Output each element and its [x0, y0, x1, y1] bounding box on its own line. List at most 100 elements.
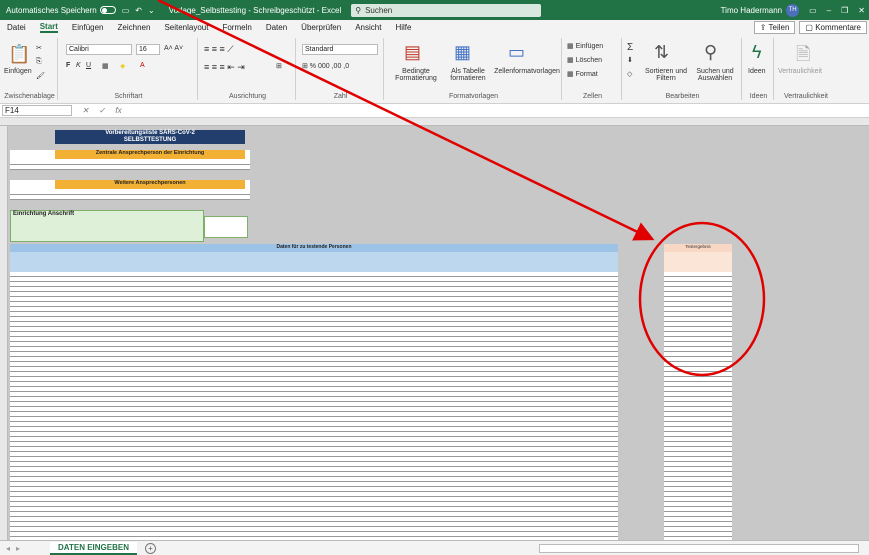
paste-button[interactable]: Einfügen — [4, 68, 32, 75]
address-block[interactable]: Einrichtung Anschrift — [10, 210, 204, 242]
share-label: Teilen — [768, 22, 790, 32]
fill-color-icon[interactable]: ◈ — [120, 62, 125, 70]
block2-title[interactable]: Weitere Ansprechpersonen — [55, 180, 245, 189]
data-table-header[interactable] — [10, 252, 618, 272]
format-painter-icon[interactable]: 🖌 — [36, 72, 45, 80]
ribbon-display-options-icon[interactable]: ▭ — [809, 6, 817, 15]
sort-filter-icon[interactable]: ⇅ — [654, 42, 669, 63]
conditional-formatting-button[interactable]: Bedingte Formatierung — [388, 68, 444, 82]
format-as-table-icon[interactable]: ▦ — [454, 42, 471, 63]
format-cells-button[interactable]: ▦ Format — [567, 70, 598, 78]
cell-styles-button[interactable]: Zellenformatvorlagen — [492, 68, 562, 75]
find-select-icon[interactable]: ⚲ — [704, 42, 717, 63]
column-headers[interactable] — [0, 118, 869, 126]
font-name-combo[interactable]: Calibri — [66, 44, 132, 55]
autosave-toggle[interactable] — [99, 6, 116, 14]
cut-icon[interactable]: ✂ — [36, 44, 42, 52]
group-label: Zellen — [582, 93, 603, 100]
close-icon[interactable]: ✕ — [858, 6, 865, 15]
autosum-icon[interactable]: Σ — [627, 42, 633, 53]
share-button[interactable]: ⇪ Teilen — [753, 20, 796, 34]
tab-start[interactable]: Start — [39, 22, 58, 33]
comments-button[interactable]: ▢ Kommentare — [799, 20, 867, 34]
grow-font-icon[interactable]: A˄ A˅ — [164, 45, 183, 52]
title-bar: Automatisches Speichern ▭ ↶ ⌄ Vorlage_Se… — [0, 0, 869, 20]
tab-daten[interactable]: Daten — [266, 23, 287, 32]
block1-rows[interactable] — [10, 160, 250, 170]
result-table-title[interactable]: Testergebnis — [664, 244, 732, 252]
ideas-button[interactable]: Ideen — [748, 68, 766, 75]
main-title-cell[interactable]: Vorbereitungsliste SARS-CoV-2 SELBSTTEST… — [55, 130, 245, 144]
search-placeholder: Suchen — [365, 5, 393, 15]
prev-sheet-icon[interactable]: ◂ — [6, 544, 10, 553]
find-select-button[interactable]: Suchen und Auswählen — [690, 68, 740, 82]
tab-ansicht[interactable]: Ansicht — [355, 23, 381, 32]
tab-zeichnen[interactable]: Zeichnen — [118, 23, 151, 32]
merge-center-icon[interactable]: ⊞ — [276, 62, 282, 70]
minimize-icon[interactable]: – — [827, 6, 831, 15]
fill-icon[interactable]: ⬇ — [627, 56, 633, 64]
add-sheet-icon[interactable]: + — [145, 542, 156, 554]
align-left-icon[interactable]: ≡ ≡ ≡ ⇤ ⇥ — [204, 62, 245, 73]
data-table-rows[interactable] — [10, 272, 618, 540]
currency-icon[interactable]: ⊞ % 000 ,00 ,0 — [302, 62, 349, 70]
tab-einfuegen[interactable]: Einfügen — [72, 23, 104, 32]
cell-styles-icon[interactable]: ▭ — [508, 42, 525, 63]
format-as-table-button[interactable]: Als Tabelle formatieren — [444, 68, 492, 82]
selected-cell[interactable] — [204, 216, 248, 238]
clear-icon[interactable]: ◇ — [627, 70, 632, 78]
result-table-rows[interactable] — [664, 272, 732, 540]
avatar[interactable]: TH — [786, 3, 800, 17]
font-size-combo[interactable]: 16 — [136, 44, 160, 55]
sort-filter-button[interactable]: Sortieren und Filtern — [644, 68, 688, 82]
group-alignment: ≡ ≡ ≡ ⟋ ≡ ≡ ≡ ⇤ ⇥ ⊞ Ausrichtung — [200, 38, 296, 100]
sheet-tab-daten-eingeben[interactable]: DATEN EINGEBEN — [50, 541, 137, 555]
delete-cells-button[interactable]: ▦ Löschen — [567, 56, 602, 64]
delete-cells-label: Löschen — [575, 57, 603, 64]
ribbon: 📋 Einfügen ✂ ⎘ 🖌 Zwischenablage Calibri … — [0, 34, 869, 104]
underline-icon[interactable]: U — [86, 62, 91, 69]
worksheet-grid[interactable]: Vorbereitungsliste SARS-CoV-2 SELBSTTEST… — [0, 118, 869, 540]
horizontal-scrollbar[interactable] — [539, 543, 859, 553]
font-color-icon[interactable]: A — [140, 62, 145, 69]
borders-icon[interactable]: ▦ — [102, 62, 109, 70]
conditional-formatting-icon[interactable]: ▤ — [404, 42, 421, 63]
data-table-title[interactable]: Daten für zu testende Personen — [10, 244, 618, 252]
group-label: Ausrichtung — [229, 93, 266, 100]
block2-rows[interactable] — [10, 190, 250, 200]
paste-icon[interactable]: 📋 — [8, 44, 30, 65]
row-headers[interactable] — [0, 126, 8, 540]
group-number: Standard ⊞ % 000 ,00 ,0 Zahl — [298, 38, 384, 100]
enter-icon[interactable]: ✓ — [99, 106, 106, 115]
search-box[interactable]: ⚲ Suchen — [351, 3, 542, 17]
align-top-icon[interactable]: ≡ ≡ ≡ ⟋ — [204, 44, 234, 55]
tab-datei[interactable]: Datei — [7, 23, 26, 32]
sensitivity-button[interactable]: Vertraulichkeit — [778, 68, 822, 75]
comments-label: Kommentare — [815, 22, 861, 32]
copy-icon[interactable]: ⎘ — [36, 58, 42, 66]
group-editing: Σ ⬇ ◇ ⇅ Sortieren und Filtern ⚲ Suchen u… — [624, 38, 742, 100]
number-format-combo[interactable]: Standard — [302, 44, 378, 55]
bold-icon[interactable]: F — [66, 62, 70, 69]
insert-cells-button[interactable]: ▦ Einfügen — [567, 42, 603, 50]
cancel-icon[interactable]: ✕ — [82, 106, 89, 115]
result-table-header[interactable] — [664, 252, 732, 272]
undo-icon[interactable]: ↶ — [135, 6, 142, 15]
main-title: Vorbereitungsliste SARS-CoV-2 — [105, 130, 195, 136]
name-box[interactable]: F14 — [2, 105, 72, 116]
maximize-icon[interactable]: ❐ — [841, 6, 848, 15]
user-name[interactable]: Timo Hadermann — [721, 6, 783, 15]
tab-formeln[interactable]: Formeln — [222, 23, 251, 32]
ideas-icon[interactable]: ϟ — [752, 42, 762, 63]
next-sheet-icon[interactable]: ▸ — [16, 544, 20, 553]
insert-function-icon[interactable]: fx — [115, 106, 121, 115]
italic-icon[interactable]: K — [76, 62, 81, 69]
tab-ueberpruefen[interactable]: Überprüfen — [301, 23, 341, 32]
save-icon[interactable]: ▭ — [122, 6, 130, 15]
group-styles: ▤ Bedingte Formatierung ▦ Als Tabelle fo… — [386, 38, 562, 100]
block1-title[interactable]: Zentrale Ansprechperson der Einrichtung — [55, 150, 245, 159]
tab-seitenlayout[interactable]: Seitenlayout — [164, 23, 208, 32]
format-cells-label: Format — [575, 71, 598, 78]
tab-hilfe[interactable]: Hilfe — [395, 23, 411, 32]
customize-quick-access-icon[interactable]: ⌄ — [148, 6, 155, 15]
